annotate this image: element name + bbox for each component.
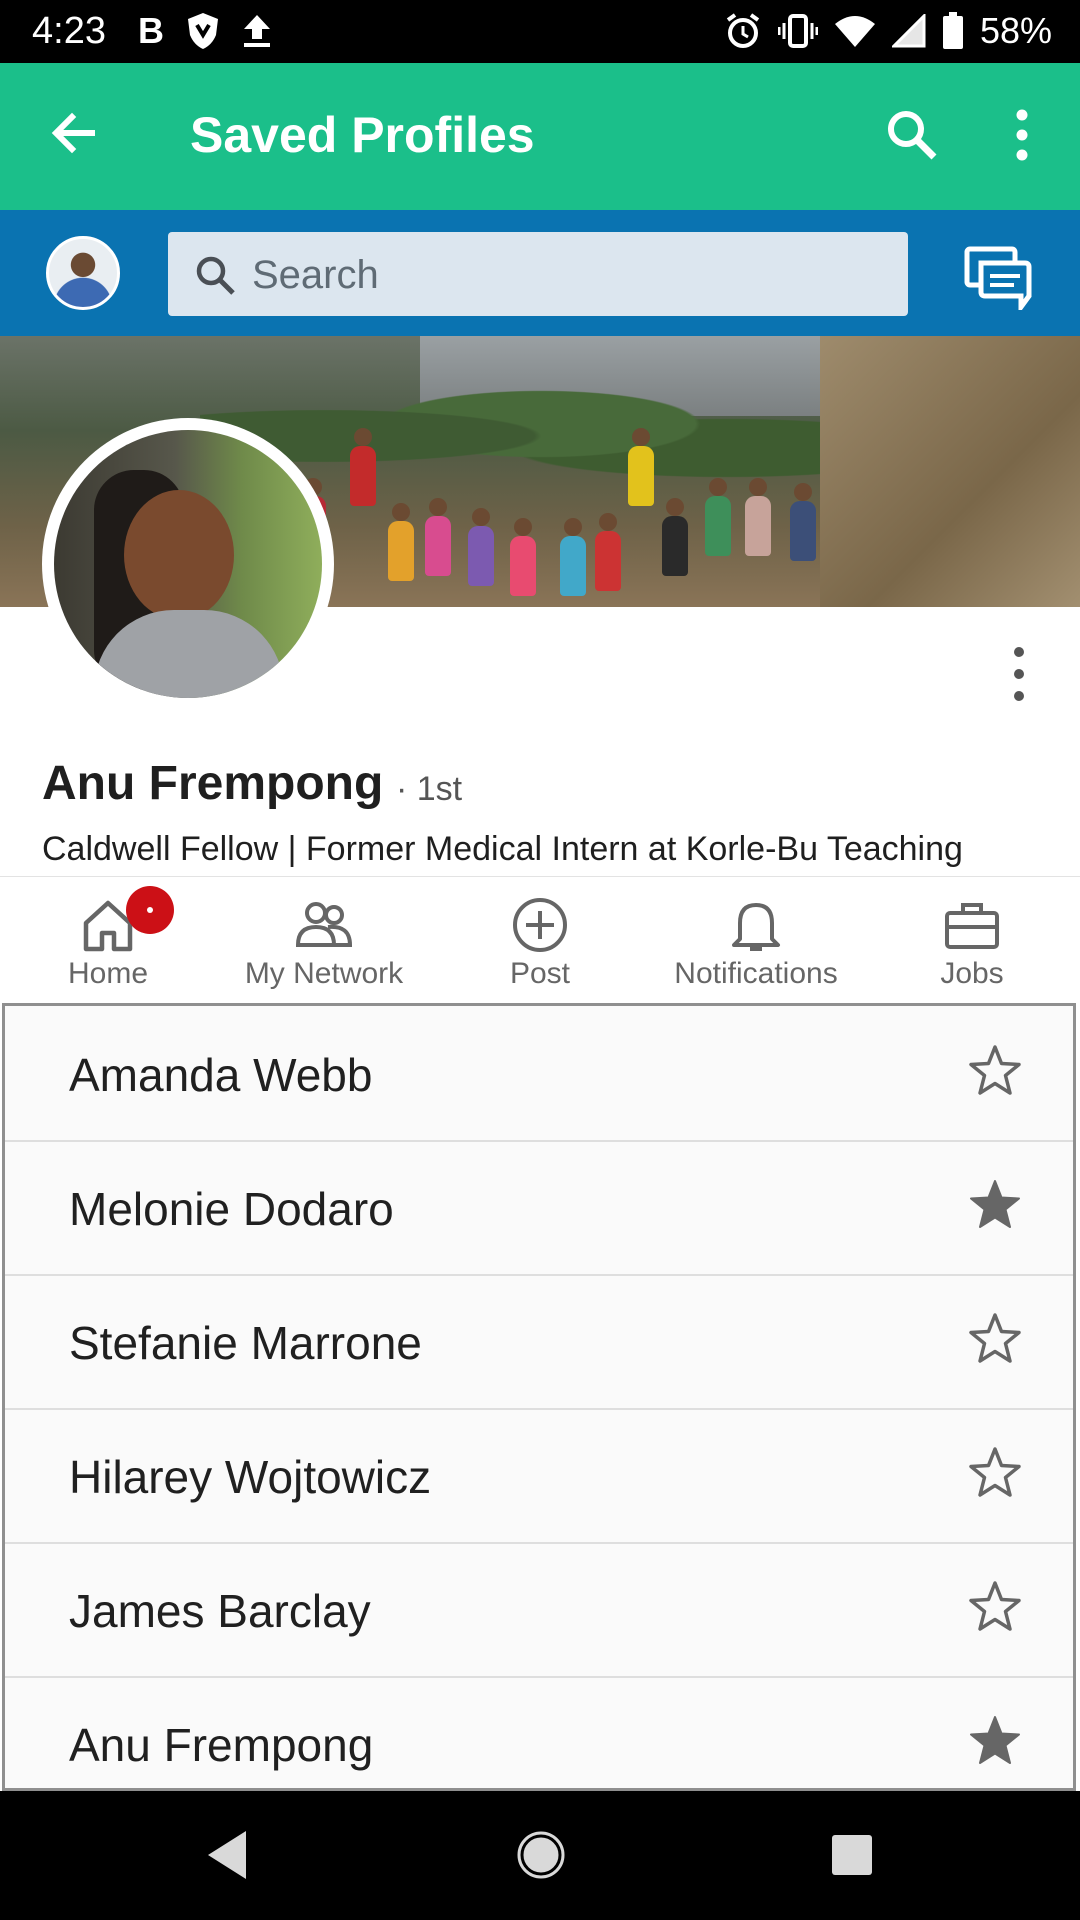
status-time: 4:23 [32, 10, 106, 52]
shield-icon [188, 13, 218, 49]
network-icon [295, 902, 353, 947]
system-back-icon[interactable] [204, 1825, 250, 1885]
list-item[interactable]: Stefanie Marrone [5, 1274, 1073, 1410]
list-item[interactable]: Anu Frempong [5, 1676, 1073, 1810]
profile-name: Stefanie Marrone [69, 1317, 422, 1369]
profile-headline: Caldwell Fellow | Former Medical Intern … [42, 830, 963, 868]
profile-name: Anu Frempong [69, 1719, 374, 1771]
search-icon[interactable] [884, 107, 940, 163]
plus-circle-icon [513, 898, 567, 952]
app-bar: Saved Profiles [0, 63, 1080, 210]
battery-icon [942, 12, 963, 49]
nav-notifications[interactable]: Notifications [648, 877, 864, 1004]
system-recents-icon[interactable] [830, 1825, 874, 1885]
search-box[interactable] [168, 232, 908, 316]
connection-degree: · 1st [396, 770, 463, 808]
profile-name: Amanda Webb [69, 1049, 373, 1101]
wifi-icon [834, 16, 875, 47]
alarm-icon [726, 13, 760, 48]
nav-my-network-label: My Network [244, 957, 404, 990]
messaging-icon[interactable] [964, 246, 1032, 310]
battery-percent: 58% [979, 10, 1052, 51]
profile-more-icon[interactable] [1004, 644, 1034, 704]
search-input[interactable] [250, 246, 874, 304]
system-nav-bar [0, 1791, 1080, 1920]
list-item[interactable]: Melonie Dodaro [5, 1140, 1073, 1276]
star-outline-icon[interactable] [967, 1445, 1023, 1501]
status-bar: 4:23 B 58% [0, 0, 1080, 63]
nav-jobs[interactable]: Jobs [864, 877, 1080, 1004]
signal-icon [891, 14, 926, 48]
nav-notifications-label: Notifications [674, 957, 838, 990]
nav-home[interactable]: Home [0, 877, 216, 1004]
upload-icon [244, 15, 270, 47]
nav-post-label: Post [509, 957, 571, 990]
system-home-icon[interactable] [514, 1825, 568, 1885]
overflow-menu-icon[interactable] [1000, 105, 1044, 165]
star-outline-icon[interactable] [967, 1311, 1023, 1367]
star-filled-icon[interactable] [967, 1177, 1023, 1233]
saved-profiles-list: Amanda Webb Melonie Dodaro Stefanie Marr… [2, 1003, 1076, 1791]
list-item[interactable]: James Barclay [5, 1542, 1073, 1678]
profile-name: Hilarey Wojtowicz [69, 1451, 432, 1503]
star-filled-icon[interactable] [967, 1713, 1023, 1769]
nav-my-network[interactable]: My Network [216, 877, 432, 1004]
nav-post[interactable]: Post [432, 877, 648, 1004]
list-item[interactable]: Amanda Webb [5, 1006, 1073, 1142]
vibrate-icon [777, 14, 818, 48]
page-title: Saved Profiles [190, 107, 535, 163]
nav-jobs-label: Jobs [940, 957, 1004, 990]
avatar[interactable] [46, 236, 120, 310]
list-item[interactable]: Hilarey Wojtowicz [5, 1408, 1073, 1544]
nav-home-label: Home [67, 957, 149, 990]
profile-photo[interactable] [42, 418, 334, 710]
profile-name: James Barclay [69, 1585, 371, 1637]
bell-icon [732, 903, 780, 951]
profile-name: Anu Frempong [42, 757, 384, 810]
search-strip [0, 210, 1080, 336]
back-arrow-icon[interactable] [44, 103, 104, 163]
notification-badge [126, 886, 174, 934]
briefcase-icon [945, 903, 999, 949]
star-outline-icon[interactable] [967, 1043, 1023, 1099]
b-app-icon: B [138, 10, 164, 51]
star-outline-icon[interactable] [967, 1579, 1023, 1635]
profile-name: Melonie Dodaro [69, 1183, 394, 1235]
search-icon [196, 256, 235, 295]
